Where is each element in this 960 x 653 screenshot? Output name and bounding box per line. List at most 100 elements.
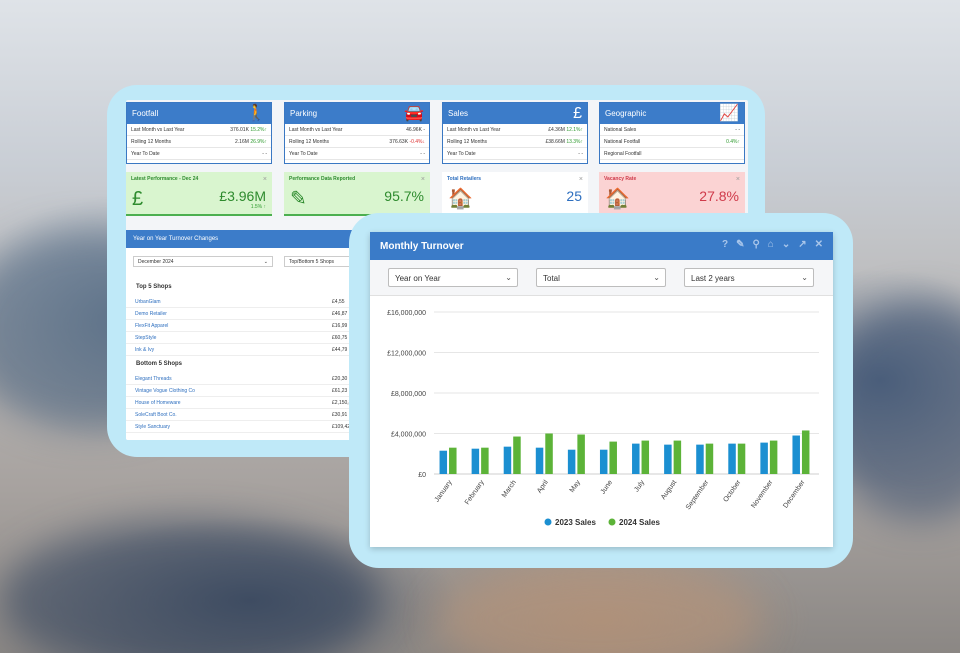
kpi-row: National Footfall 0.4%↑ — [600, 136, 744, 148]
bottom-shops-heading: Bottom 5 Shops — [136, 361, 182, 367]
x-tick-label: April — [536, 479, 550, 495]
bar-2024-sales — [513, 436, 521, 474]
summary-tile[interactable]: Latest Performance - Dec 24 × £ £3.96M 1.5% … — [126, 172, 272, 216]
tile-value: 95.7% — [384, 188, 424, 204]
kpi-row: Rolling 12 Months £38.66M 13.3%↑ — [443, 136, 587, 148]
month-select[interactable]: December 2024 ⌄ — [133, 256, 273, 267]
bar-2023-sales — [535, 447, 544, 474]
x-tick-label: February — [464, 479, 486, 506]
kpi-row: Year To Date - - — [127, 148, 271, 160]
help-icon[interactable]: ? — [722, 239, 728, 251]
shop-row[interactable]: Style Sanctuary £109,42 — [126, 421, 386, 433]
summary-tile[interactable]: Total Retailers × 🏠 25 — [442, 172, 588, 216]
x-tick-label: December — [782, 479, 807, 510]
chevron-down-icon: ⌄ — [801, 273, 808, 282]
shop-name-link[interactable]: Ink & Ivy — [135, 347, 154, 353]
shop-row[interactable]: SoleCraft Boot Co. £30,91 — [126, 409, 386, 421]
kpi-row-values: - - — [262, 148, 267, 159]
kpi-row-change: 13.3% — [566, 139, 581, 145]
home-icon[interactable]: ⌂ — [768, 239, 774, 251]
tile-value: 27.8% — [699, 188, 739, 204]
shop-row[interactable]: StepStyle £60,75 — [126, 332, 386, 344]
kpi-card-header: Parking 🚘 — [285, 103, 429, 124]
close-icon[interactable]: ✕ — [815, 239, 823, 251]
kpi-row-label: National Sales — [604, 127, 637, 133]
comparison-select-value: Year on Year — [395, 274, 441, 283]
shop-row[interactable]: UrbanGlam £4,55 — [126, 296, 386, 308]
x-tick-label: November — [750, 479, 775, 510]
kpi-card-sales[interactable]: Sales £ Last Month vs Last Year £4.36M 12.1… — [442, 102, 588, 164]
kpi-row-values: £38.66M 13.3%↑ — [545, 136, 583, 147]
bar-2024-sales — [481, 447, 489, 474]
period-select[interactable]: Last 2 years ⌄ — [684, 268, 814, 287]
kpi-row-label: Last Month vs Last Year — [289, 127, 343, 133]
collapse-icon[interactable]: ⌄ — [782, 239, 790, 251]
shop-name-link[interactable]: UrbanGlam — [135, 299, 161, 305]
shop-name-link[interactable]: FlexFit Apparel — [135, 323, 168, 329]
kpi-row: Last Month vs Last Year 46.96K - — [285, 124, 429, 136]
bar-2024-sales — [577, 434, 585, 474]
shop-value: £20,30 — [332, 376, 348, 382]
kpi-card-title: Parking — [290, 109, 318, 118]
shop-row[interactable]: FlexFit Apparel £16,99 — [126, 320, 386, 332]
kpi-row: National Sales - - — [600, 124, 744, 136]
kpi-row-change: - — [423, 127, 425, 133]
kpi-row-change: - — [581, 151, 583, 157]
edit-icon[interactable]: ✎ — [736, 239, 744, 251]
shop-name-link[interactable]: StepStyle — [135, 335, 156, 341]
shop-row[interactable]: Demo Retailer £46,87 — [126, 308, 386, 320]
kpi-card-footfall[interactable]: Footfall 🚶 Last Month vs Last Year 376.01K … — [126, 102, 272, 164]
kpi-card-geographic[interactable]: Geographic 📈 National Sales - - National Foo… — [599, 102, 745, 164]
tile-title: Performance Data Reported — [289, 176, 356, 182]
shop-name-link[interactable]: Style Sanctuary — [135, 424, 170, 430]
close-icon[interactable]: × — [736, 176, 740, 183]
chevron-down-icon: ⌄ — [505, 273, 512, 282]
kpi-row-label: Year To Date — [131, 151, 160, 157]
line-chart-icon: 📈 — [719, 105, 739, 122]
pin-icon[interactable]: ⚲ — [752, 239, 759, 251]
shop-name-link[interactable]: Demo Retailer — [135, 311, 167, 317]
kpi-row-label: Year To Date — [289, 151, 318, 157]
comparison-select[interactable]: Year on Year ⌄ — [388, 268, 518, 287]
bar-2023-sales — [696, 444, 704, 474]
kpi-row-value: 376.01K — [230, 127, 249, 133]
shop-row[interactable]: Elegant Threads £20,30 — [126, 373, 386, 385]
metric-select[interactable]: Total ⌄ — [536, 268, 666, 287]
chevron-down-icon: ⌄ — [653, 273, 660, 282]
close-icon[interactable]: × — [579, 176, 583, 183]
shop-row[interactable]: House of Homeware £2,150,84 — [126, 397, 386, 409]
car-icon: 🚘 — [404, 105, 424, 122]
shop-name-link[interactable]: Vintage Vogue Clothing Co — [135, 388, 195, 394]
summary-tile[interactable]: Vacancy Rate × 🏠 27.8% — [599, 172, 745, 216]
kpi-row-values: £4.36M 12.1%↑ — [548, 124, 583, 135]
kpi-row-value: 2.16M — [235, 139, 249, 145]
trend-up-icon: ↑ — [580, 139, 584, 145]
y-tick-label: £0 — [418, 472, 426, 479]
shop-row[interactable]: Vintage Vogue Clothing Co £61,23 — [126, 385, 386, 397]
kpi-card-title: Footfall — [132, 109, 159, 118]
kpi-card-parking[interactable]: Parking 🚘 Last Month vs Last Year 46.96K -R… — [284, 102, 430, 164]
close-icon[interactable]: × — [263, 176, 267, 183]
x-tick-label: January — [434, 479, 454, 504]
tile-value: £3.96M — [219, 188, 266, 204]
shop-name-link[interactable]: Elegant Threads — [135, 376, 172, 382]
shop-value: £60,75 — [332, 335, 348, 341]
bar-2023-sales — [567, 449, 576, 474]
expand-icon[interactable]: ↗ — [798, 239, 806, 251]
kpi-card-header: Geographic 📈 — [600, 103, 744, 124]
trend-up-icon: ↑ — [580, 127, 584, 133]
shop-row[interactable]: Ink & Ivy £44,79 — [126, 344, 386, 356]
kpi-row: Year To Date - - — [443, 148, 587, 160]
close-icon[interactable]: × — [421, 176, 425, 183]
summary-tile[interactable]: Performance Data Reported × ✎ 95.7% — [284, 172, 430, 216]
kpi-row-values: - - — [735, 124, 740, 135]
kpi-row-values: 2.16M 26.9%↑ — [235, 136, 267, 147]
kpi-row: Rolling 12 Months 376.63K -0.4%↓ — [285, 136, 429, 148]
period-select-value: Last 2 years — [691, 274, 735, 283]
legend-marker — [544, 518, 552, 526]
x-tick-label: July — [633, 479, 646, 494]
shop-name-link[interactable]: SoleCraft Boot Co. — [135, 412, 177, 418]
kpi-row: Regional Footfall — [600, 148, 744, 160]
bar-2024-sales — [545, 433, 553, 474]
shop-name-link[interactable]: House of Homeware — [135, 400, 181, 406]
